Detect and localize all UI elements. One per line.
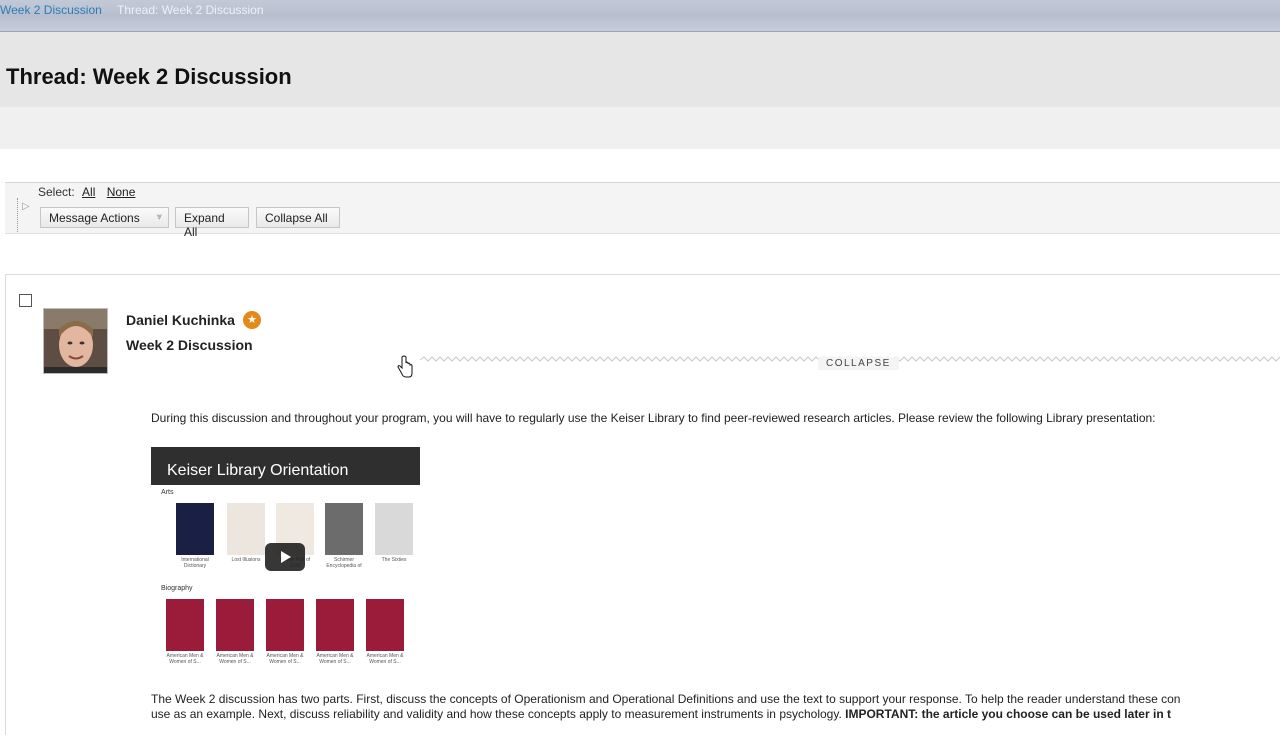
book-cover — [375, 503, 413, 555]
breadcrumb: Week 2 Discussion Thread: Week 2 Discuss… — [0, 0, 1280, 32]
book-cover — [266, 599, 304, 651]
message-actions-button[interactable]: Message Actions ⩔ — [40, 207, 169, 228]
expand-all-button[interactable]: Expand All — [175, 207, 249, 239]
breadcrumb-current: Thread: Week 2 Discussion — [117, 3, 264, 17]
book-caption: The Sixties — [381, 557, 407, 563]
instructions-line-1: The Week 2 discussion has two parts. Fir… — [151, 692, 1181, 706]
book-cover — [227, 503, 265, 555]
book-caption: American Men & Women of S... — [216, 653, 254, 665]
book-caption: American Men & Women of S... — [266, 653, 304, 665]
book-caption: International Dictionary — [181, 557, 209, 569]
post-paragraph-intro: During this discussion and throughout yo… — [151, 411, 1156, 425]
post-paragraph-instructions: The Week 2 discussion has two parts. Fir… — [151, 692, 1280, 722]
post-author[interactable]: Daniel Kuchinka — [126, 312, 235, 328]
post-subject: Week 2 Discussion — [126, 337, 253, 353]
book-caption: American Men & Women of S... — [366, 653, 404, 665]
chevron-down-icon: ⩔ — [156, 211, 162, 221]
select-row: Select: All None — [38, 185, 135, 199]
video-embed[interactable]: Keiser Library Orientation Arts Internat… — [151, 447, 420, 669]
hand-cursor-icon — [397, 355, 413, 378]
post-select-checkbox[interactable] — [19, 294, 32, 307]
book-caption: American Men & Women of S... — [316, 653, 354, 665]
instructions-line-2-text: use as an example. Next, discuss reliabi… — [151, 707, 842, 721]
book-caption: Schirmer Encyclopedia of — [326, 557, 362, 569]
collapse-all-button[interactable]: Collapse All — [256, 207, 340, 228]
select-label: Select: — [38, 185, 75, 199]
book-cover — [176, 503, 214, 555]
select-all-link[interactable]: All — [82, 185, 95, 199]
star-badge-icon: ★ — [243, 311, 261, 329]
video-section-biography: Biography — [161, 585, 193, 592]
instructions-important: IMPORTANT: the article you choose can be… — [845, 707, 1171, 721]
avatar — [43, 308, 108, 374]
book-caption: Lost Illusions — [231, 557, 261, 563]
collapse-post-button[interactable]: COLLAPSE — [818, 357, 899, 370]
select-none-link[interactable]: None — [107, 185, 136, 199]
sub-header-band — [0, 107, 1280, 149]
video-section-arts: Arts — [161, 489, 174, 496]
play-icon[interactable] — [265, 543, 305, 571]
video-title: Keiser Library Orientation — [167, 462, 349, 479]
book-cover — [366, 599, 404, 651]
book-cover — [316, 599, 354, 651]
book-cover — [166, 599, 204, 651]
book-cover — [325, 503, 363, 555]
breadcrumb-parent-link[interactable]: Week 2 Discussion — [0, 3, 102, 17]
tree-arrow-icon: ▷ — [22, 201, 30, 212]
message-actions-label: Message Actions — [49, 211, 140, 225]
book-cover — [216, 599, 254, 651]
book-caption: American Men & Women of S... — [166, 653, 204, 665]
